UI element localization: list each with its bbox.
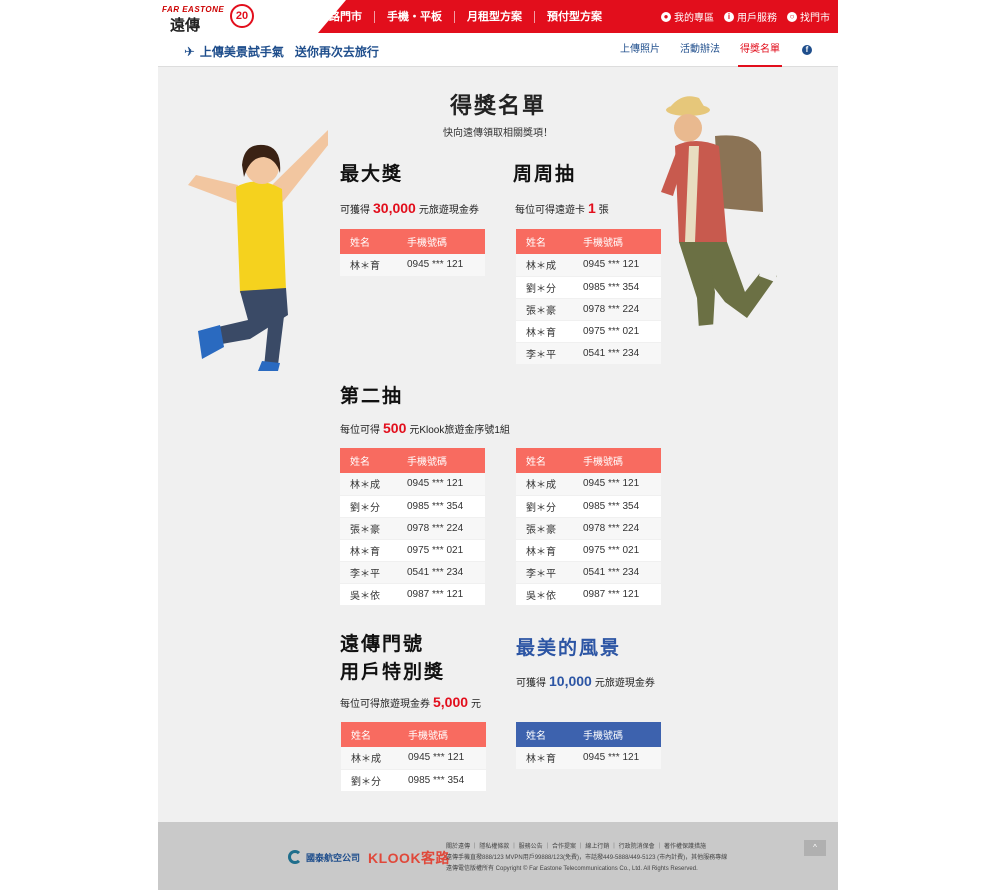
- partner-klook[interactable]: KLOOK客路: [368, 848, 450, 868]
- table-row: 林＊成 0945 *** 121: [341, 747, 486, 770]
- nav-prepaid-plans[interactable]: 預付型方案: [535, 11, 614, 23]
- info-icon: i: [724, 11, 734, 22]
- col-name: 姓名: [516, 229, 573, 254]
- table-row: 劉＊分 0985 *** 354: [516, 276, 661, 299]
- col-name: 姓名: [516, 448, 573, 473]
- top-bar: FAR EASTONE 遠傳 20 網路門市 手機・平板 月租型方案 預付型方案…: [158, 0, 838, 34]
- col-phone: 手機號碼: [397, 448, 485, 473]
- col-phone: 手機號碼: [397, 229, 485, 254]
- table-row: 張＊豪 0978 *** 224: [516, 298, 661, 321]
- tab-upload-photo[interactable]: 上傳照片: [620, 33, 660, 67]
- col-phone: 手機號碼: [398, 722, 486, 747]
- search-icon: ○: [787, 11, 797, 22]
- table-row: 張＊豪 0978 *** 224: [340, 517, 485, 540]
- table-row: 劉＊分 0985 *** 354: [516, 495, 661, 518]
- special-prize-desc: 每位可得旅遊現金券 5,000 元: [340, 694, 482, 710]
- brand-cn: 遠傳: [170, 16, 201, 34]
- special-prize-title: 遠傳門號 用戶特別獎: [340, 633, 446, 683]
- table-row: 林＊成 0945 *** 121: [340, 473, 485, 496]
- col-name: 姓名: [341, 722, 398, 747]
- grand-prize-amount: 30,000: [373, 200, 416, 216]
- scenery-prize-desc: 可獲得 10,000 元旅遊現金券: [516, 673, 655, 689]
- find-store-link[interactable]: ○ 找門市: [787, 9, 830, 24]
- tab-winners[interactable]: 得獎名單: [738, 33, 782, 67]
- campaign-nav: ✈ 上傳美景試手氣 送你再次去旅行 上傳照片 活動辦法 得獎名單 f: [158, 33, 838, 67]
- user-icon: ●: [661, 11, 671, 22]
- col-phone: 手機號碼: [573, 229, 661, 254]
- jumping-man-figure: [661, 96, 779, 350]
- anniversary-badge: 20: [230, 4, 254, 28]
- col-phone: 手機號碼: [573, 448, 661, 473]
- second-draw-table-right: 姓名 手機號碼 林＊成 0945 *** 121 劉＊分 0985 *** 354 張…: [516, 448, 661, 606]
- table-row: 張＊豪 0978 *** 224: [516, 517, 661, 540]
- footer-service-line: 遠傳手機直撥888/123 MVPN用戶99888/123(免費)，市話撥449…: [446, 855, 728, 861]
- col-name: 姓名: [516, 722, 573, 747]
- col-name: 姓名: [340, 229, 397, 254]
- back-to-top-button[interactable]: ^: [804, 840, 826, 856]
- main-nav: 網路門市 手機・平板 月租型方案 預付型方案: [306, 0, 614, 33]
- brand-en: FAR EASTONE: [162, 5, 225, 14]
- campaign-title[interactable]: ✈ 上傳美景試手氣 送你再次去旅行: [184, 43, 379, 60]
- my-account-link[interactable]: ● 我的專區: [661, 9, 714, 24]
- table-row: 劉＊分 0985 *** 354: [341, 769, 486, 792]
- partner-cathay[interactable]: 國泰航空公司: [288, 850, 360, 864]
- table-row: 林＊育 0975 *** 021: [516, 539, 661, 562]
- scenery-prize-amount: 10,000: [549, 673, 592, 689]
- jumping-woman-figure: [188, 130, 328, 371]
- weekly-prize-title: 周周抽: [513, 163, 577, 185]
- table-row: 林＊育 0975 *** 021: [340, 539, 485, 562]
- special-prize-table: 姓名 手機號碼 林＊成 0945 *** 121 劉＊分 0985 *** 354: [341, 722, 486, 792]
- photo-icon: ✈: [184, 43, 195, 59]
- footer: 國泰航空公司 KLOOK客路 關於遠傳 ｜ 隱私權條款 ｜ 服務公告 ｜ 合作提…: [158, 822, 838, 890]
- grand-prize-desc: 可獲得 30,000 元旅遊現金券: [340, 200, 479, 216]
- second-draw-desc: 每位可得 500 元Klook旅遊金序號1組: [340, 420, 510, 436]
- footer-nav-links[interactable]: 關於遠傳 ｜ 隱私權條款 ｜ 服務公告 ｜ 合作提案 ｜ 線上行銷 ｜ 行政院消…: [446, 842, 727, 853]
- table-row: 吳＊依 0987 *** 121: [340, 583, 485, 606]
- grand-prize-table: 姓名 手機號碼 林＊育 0945 *** 121: [340, 229, 485, 277]
- scenery-prize-table: 姓名 手機號碼 林＊育 0945 *** 121: [516, 722, 661, 770]
- table-row: 林＊育 0945 *** 121: [516, 747, 661, 770]
- table-row: 李＊平 0541 *** 234: [516, 561, 661, 584]
- campaign-links: 上傳照片 活動辦法 得獎名單 f: [600, 33, 812, 67]
- table-row: 林＊育 0975 *** 021: [516, 320, 661, 343]
- grand-prize-title: 最大獎: [340, 163, 404, 185]
- tab-rules[interactable]: 活動辦法: [680, 33, 720, 67]
- table-row: 吳＊依 0987 *** 121: [516, 583, 661, 606]
- footer-copyright: 遠傳電信版權所有 Copyright © Far Eastone Telecom…: [446, 866, 698, 872]
- table-row: 李＊平 0541 *** 234: [516, 342, 661, 365]
- logo[interactable]: FAR EASTONE 遠傳 20: [158, 0, 346, 34]
- table-row: 李＊平 0541 *** 234: [340, 561, 485, 584]
- weekly-prize-amount: 1: [588, 200, 596, 216]
- customer-service-link[interactable]: i 用戶服務: [724, 9, 777, 24]
- table-row: 林＊育 0945 *** 121: [340, 254, 485, 277]
- weekly-prize-table: 姓名 手機號碼 林＊成 0945 *** 121 劉＊分 0985 *** 354 張…: [516, 229, 661, 365]
- nav-online-store[interactable]: 網路門市: [306, 10, 375, 23]
- second-draw-table-left: 姓名 手機號碼 林＊成 0945 *** 121 劉＊分 0985 *** 354 張…: [340, 448, 485, 606]
- user-nav: ● 我的專區 i 用戶服務 ○ 找門市: [661, 0, 830, 33]
- nav-phones-tablets[interactable]: 手機・平板: [375, 10, 455, 23]
- second-draw-title: 第二抽: [340, 385, 404, 407]
- nav-monthly-plans[interactable]: 月租型方案: [455, 10, 535, 23]
- weekly-prize-desc: 每位可得遠遊卡 1 張: [515, 200, 609, 216]
- col-name: 姓名: [340, 448, 397, 473]
- scenery-prize-title: 最美的風景: [516, 637, 622, 659]
- cathay-logo-icon: [288, 850, 302, 864]
- table-row: 林＊成 0945 *** 121: [516, 254, 661, 277]
- col-phone: 手機號碼: [573, 722, 661, 747]
- facebook-icon[interactable]: f: [802, 45, 812, 55]
- special-prize-amount: 5,000: [433, 694, 469, 710]
- footer-links: 關於遠傳 ｜ 隱私權條款 ｜ 服務公告 ｜ 合作提案 ｜ 線上行銷 ｜ 行政院消…: [446, 842, 727, 875]
- second-draw-amount: 500: [383, 420, 407, 436]
- table-row: 劉＊分 0985 *** 354: [340, 495, 485, 518]
- table-row: 林＊成 0945 *** 121: [516, 473, 661, 496]
